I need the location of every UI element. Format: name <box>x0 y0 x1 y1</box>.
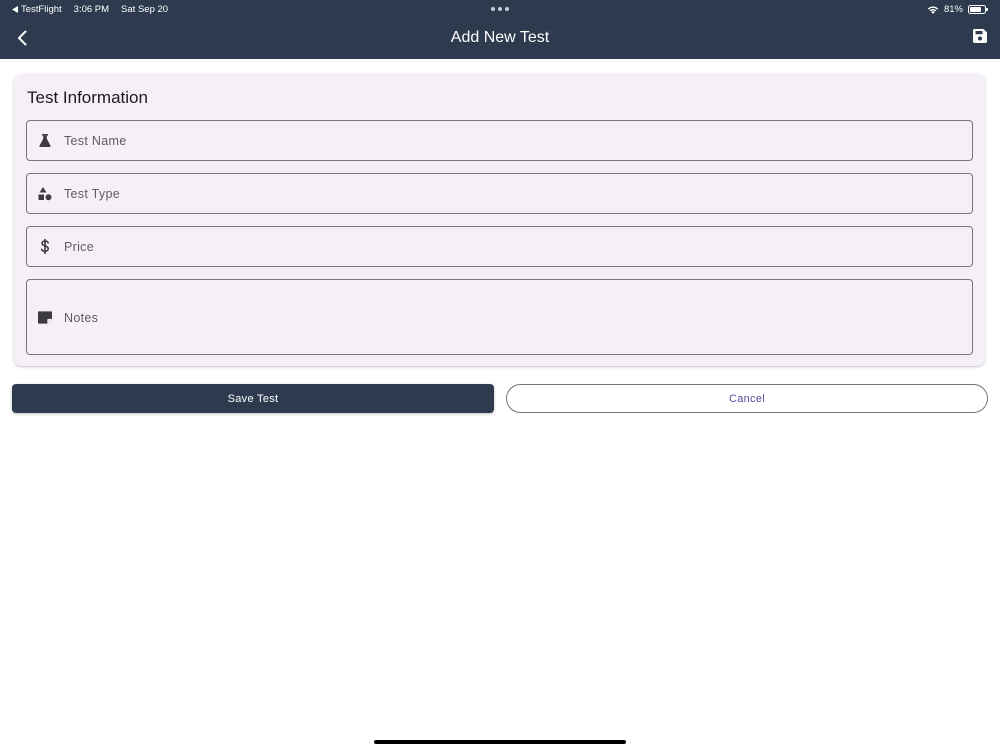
dot <box>491 7 495 11</box>
status-bar: TestFlight 3:06 PM Sat Sep 20 81% <box>0 0 1000 18</box>
home-indicator[interactable] <box>374 740 626 744</box>
save-icon-button[interactable] <box>973 29 989 47</box>
page-title: Add New Test <box>450 29 550 46</box>
price-input[interactable] <box>64 227 962 266</box>
status-right: 81% <box>927 4 988 15</box>
multitasking-dots-icon[interactable] <box>491 7 509 11</box>
floppy-disk-icon <box>973 29 987 43</box>
back-app-label: TestFlight <box>21 4 62 15</box>
notes-field[interactable] <box>26 279 973 355</box>
test-type-input[interactable] <box>64 174 962 213</box>
dot <box>498 7 502 11</box>
battery-fill <box>970 7 982 12</box>
back-to-app-link[interactable]: TestFlight <box>12 4 62 15</box>
status-left: TestFlight 3:06 PM Sat Sep 20 <box>12 4 168 15</box>
dot <box>505 7 509 11</box>
status-time: 3:06 PM <box>73 4 110 15</box>
price-field[interactable] <box>26 226 973 267</box>
wifi-icon <box>927 6 939 14</box>
test-type-field[interactable] <box>26 173 973 214</box>
notes-input[interactable] <box>64 280 962 354</box>
test-name-input[interactable] <box>64 121 962 160</box>
test-information-card: Test Information <box>14 74 985 366</box>
shapes-icon <box>38 186 52 201</box>
battery-percent: 81% <box>943 4 963 15</box>
flask-icon <box>38 134 52 148</box>
battery-icon <box>968 5 988 14</box>
dollar-icon <box>38 239 52 254</box>
back-triangle-icon <box>12 6 18 13</box>
note-icon <box>38 310 52 324</box>
save-test-button[interactable]: Save Test <box>12 384 494 413</box>
test-name-field[interactable] <box>26 120 973 161</box>
app-header: TestFlight 3:06 PM Sat Sep 20 81% Add Ne… <box>0 0 1000 59</box>
cancel-button[interactable]: Cancel <box>506 384 988 413</box>
status-date: Sat Sep 20 <box>121 4 169 15</box>
section-title: Test Information <box>27 88 148 107</box>
